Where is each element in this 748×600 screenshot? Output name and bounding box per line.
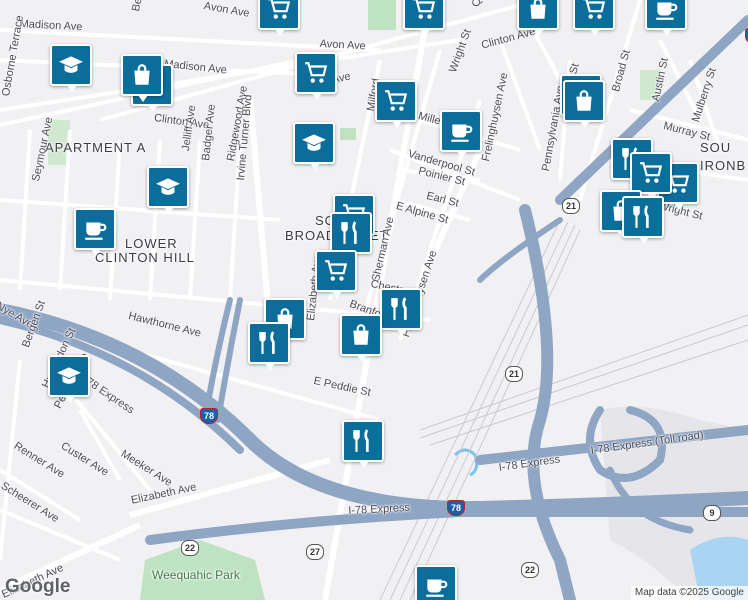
shopping-cart-marker[interactable]	[630, 152, 672, 200]
coffee-cup-marker[interactable]	[645, 0, 687, 36]
shopping-bag-marker[interactable]	[517, 0, 559, 36]
restaurant-icon	[630, 204, 656, 230]
coffee-cup-marker[interactable]	[74, 208, 116, 256]
coffee-cup-icon	[82, 216, 108, 242]
shopping-bag-marker[interactable]	[340, 314, 382, 362]
route-shield: 78	[447, 500, 465, 516]
route-shield: 27	[306, 544, 324, 560]
coffee-cup-icon	[423, 573, 449, 599]
restaurant-icon	[338, 220, 364, 246]
shopping-cart-marker[interactable]	[375, 80, 417, 128]
restaurant-marker[interactable]	[380, 288, 422, 336]
neighborhood-label: LOWER	[125, 236, 178, 251]
shopping-cart-icon	[303, 60, 329, 86]
school-marker[interactable]	[48, 355, 90, 403]
route-shield: 78	[200, 408, 218, 424]
route-shield: 9	[703, 505, 721, 521]
restaurant-icon	[388, 296, 414, 322]
shopping-bag-marker[interactable]	[121, 54, 163, 102]
shopping-cart-marker[interactable]	[315, 250, 357, 298]
street-label: Avon Ave	[319, 38, 367, 53]
coffee-cup-icon	[653, 0, 679, 22]
map-canvas[interactable]: APARTMENT A LOWER CLINTON HILL SO BROAD ET SOU…	[0, 0, 748, 600]
coffee-cup-icon	[448, 118, 474, 144]
restaurant-marker[interactable]	[342, 420, 384, 468]
shopping-cart-icon	[581, 0, 607, 22]
school-marker[interactable]	[50, 44, 92, 92]
school-icon	[56, 363, 82, 389]
school-marker[interactable]	[147, 166, 189, 214]
restaurant-marker[interactable]	[248, 322, 290, 370]
route-shield: 21	[562, 198, 580, 214]
shopping-cart-icon	[638, 160, 664, 186]
school-marker[interactable]	[293, 122, 335, 170]
restaurant-icon	[256, 330, 282, 356]
coffee-cup-marker[interactable]	[440, 110, 482, 158]
shopping-cart-icon	[383, 88, 409, 114]
shopping-bag-icon	[571, 88, 597, 114]
restaurant-icon	[350, 428, 376, 454]
shopping-bag-icon	[348, 322, 374, 348]
map-attribution[interactable]: Map data ©2025 Google	[630, 586, 748, 600]
shopping-cart-marker[interactable]	[258, 0, 300, 36]
google-logo: Google	[5, 576, 71, 597]
neighborhood-label: APARTMENT A	[45, 140, 147, 155]
restaurant-marker[interactable]	[622, 196, 664, 244]
shopping-cart-marker[interactable]	[295, 52, 337, 100]
shopping-cart-icon	[266, 0, 292, 22]
school-icon	[58, 52, 84, 78]
school-icon	[155, 174, 181, 200]
route-shield: 21	[505, 366, 523, 382]
school-icon	[301, 130, 327, 156]
shopping-cart-marker[interactable]	[403, 0, 445, 36]
park-label: Weequahic Park	[152, 568, 240, 582]
neighborhood-label: CLINTON HILL	[95, 250, 195, 265]
shopping-bag-icon	[525, 0, 551, 22]
shopping-cart-icon	[411, 0, 437, 22]
shopping-bag-icon	[129, 62, 155, 88]
coffee-cup-marker[interactable]	[415, 565, 457, 600]
shopping-bag-marker[interactable]	[563, 80, 605, 128]
neighborhood-label: BROAD	[285, 228, 337, 243]
route-shield: 22	[181, 540, 199, 556]
shopping-cart-marker[interactable]	[573, 0, 615, 36]
route-shield: 22	[521, 562, 539, 578]
neighborhood-label: IRONB	[700, 158, 747, 173]
restaurant-marker[interactable]	[330, 212, 372, 260]
shopping-cart-icon	[323, 258, 349, 284]
